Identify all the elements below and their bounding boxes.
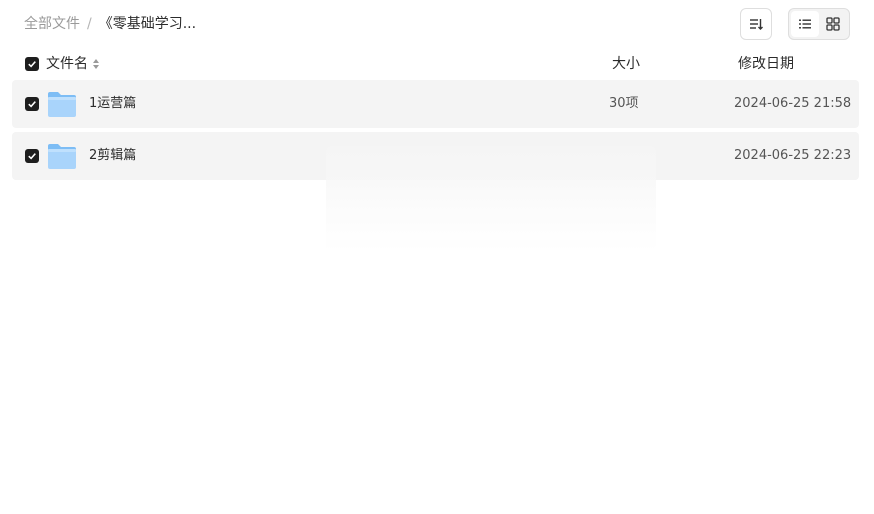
column-name-sort[interactable]: 文件名 <box>46 52 100 76</box>
file-size: 30项 <box>609 96 639 111</box>
checkmark-icon <box>28 153 36 160</box>
breadcrumb-separator: / <box>87 16 92 32</box>
faded-overlay <box>326 146 656 252</box>
column-name-label: 文件名 <box>46 56 88 72</box>
sort-button[interactable] <box>740 8 772 40</box>
column-header: 文件名 大小 修改日期 <box>12 52 859 76</box>
file-row[interactable]: 1运营篇 30项 2024-06-25 21:58 <box>12 80 859 128</box>
list-view-button[interactable] <box>791 11 819 37</box>
checkmark-icon <box>28 61 36 68</box>
column-date-label[interactable]: 修改日期 <box>738 52 794 76</box>
breadcrumb: 全部文件 / 《零基础学习... <box>24 14 196 34</box>
breadcrumb-current-folder: 《零基础学习... <box>98 16 197 32</box>
select-all-checkbox[interactable] <box>25 57 39 71</box>
sort-caret-icon <box>92 58 100 70</box>
checkmark-icon <box>28 101 36 108</box>
folder-icon <box>48 144 76 169</box>
grid-view-button[interactable] <box>819 11 847 37</box>
row-checkbox[interactable] <box>25 97 39 111</box>
row-checkbox[interactable] <box>25 149 39 163</box>
file-date: 2024-06-25 22:23 <box>734 148 852 163</box>
sort-lines-icon <box>750 19 763 30</box>
folder-icon <box>48 92 76 117</box>
file-name[interactable]: 2剪辑篇 <box>89 146 136 166</box>
grid-view-icon <box>826 17 840 31</box>
file-date: 2024-06-25 21:58 <box>734 96 852 111</box>
file-name[interactable]: 1运营篇 <box>89 94 136 114</box>
column-size-label[interactable]: 大小 <box>612 52 640 76</box>
view-toggle <box>788 8 850 40</box>
list-view-icon <box>799 19 811 29</box>
file-browser: 全部文件 / 《零基础学习... 文件名 大小 修改日期 1运营篇 30项 20… <box>0 0 874 514</box>
breadcrumb-root-link[interactable]: 全部文件 <box>24 14 80 34</box>
